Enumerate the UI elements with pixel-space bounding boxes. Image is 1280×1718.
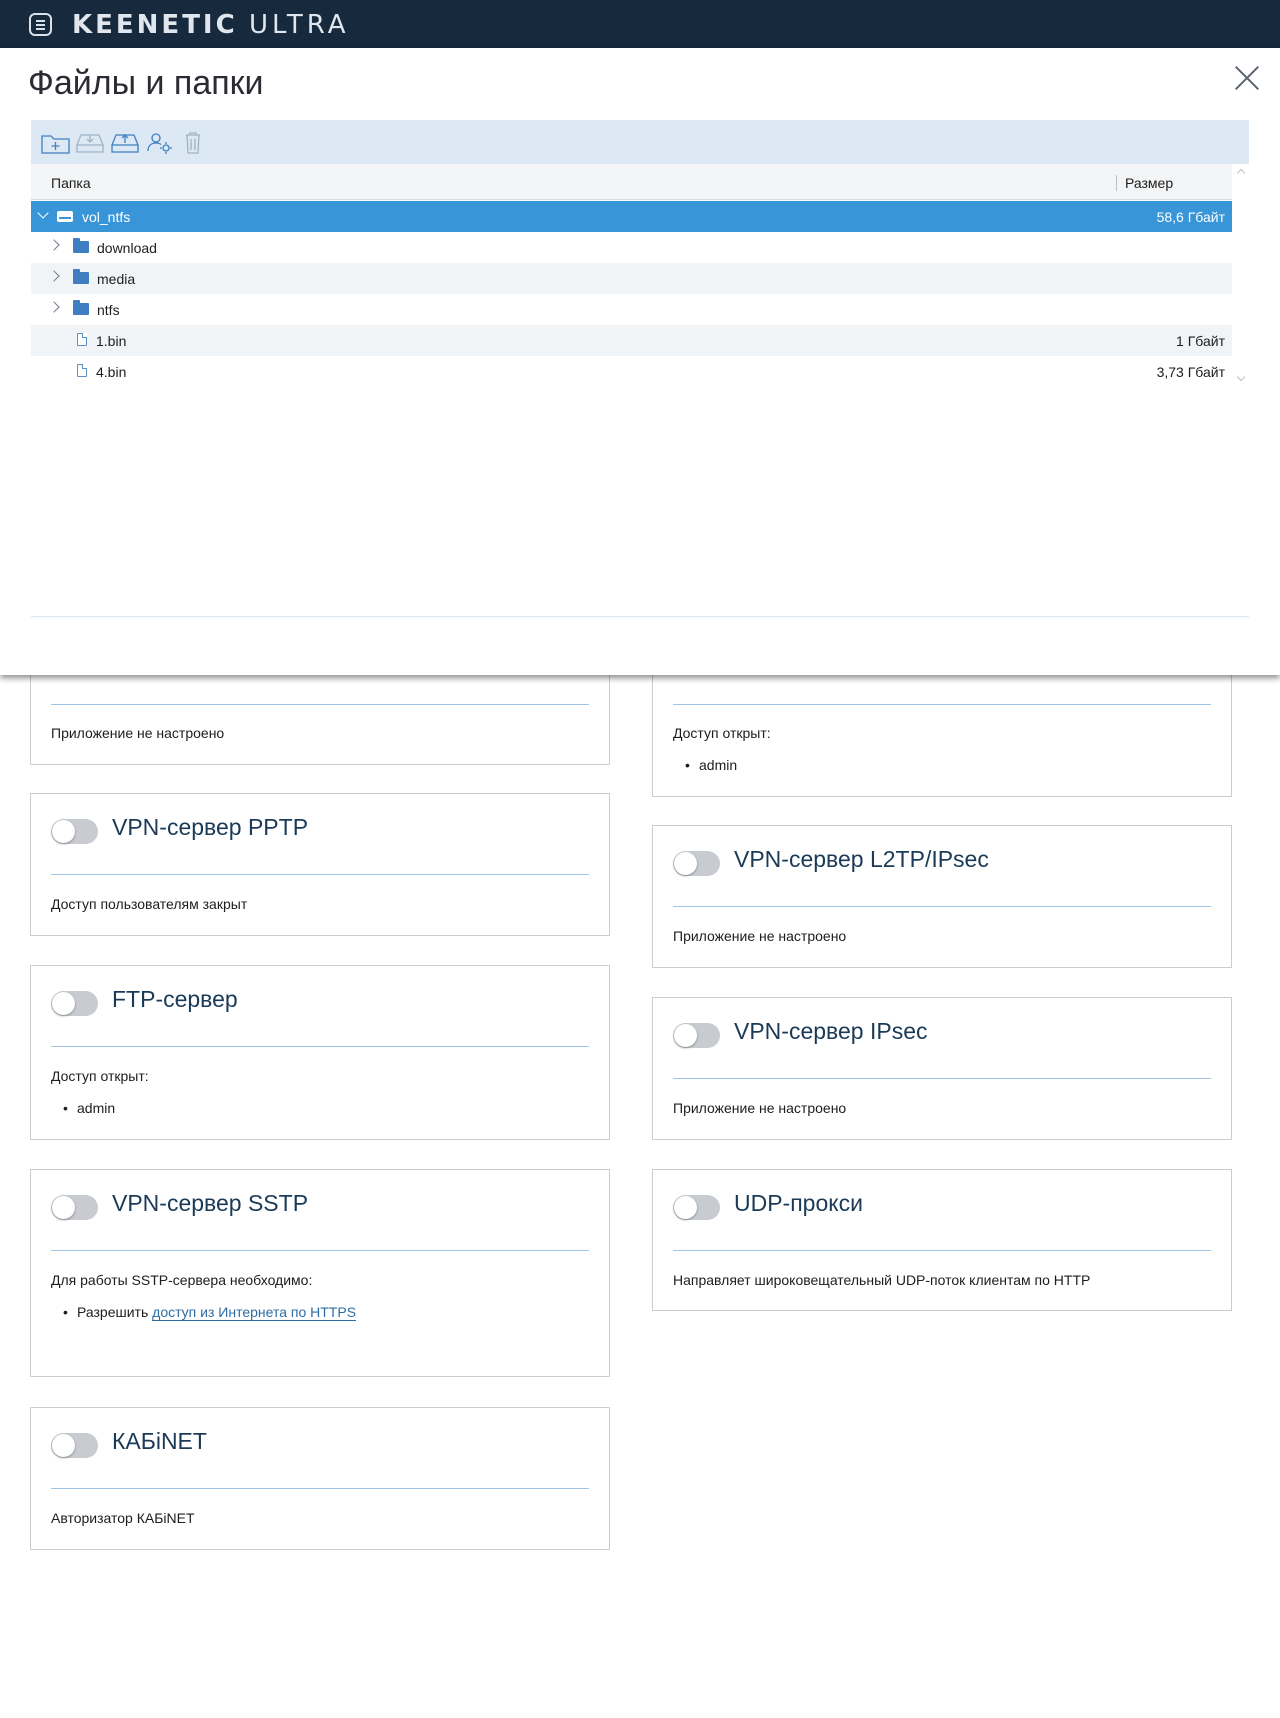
udp-proxy-toggle[interactable] (673, 1195, 720, 1220)
brand-logo: KEENETIC ULTRA (72, 10, 350, 40)
row-name: download (97, 240, 157, 256)
card-desc: Приложение не настроено (673, 928, 847, 944)
row-name: vol_ntfs (82, 209, 131, 225)
delete-icon[interactable] (177, 129, 209, 157)
https-access-link[interactable]: доступ из Интернета по HTTPS (152, 1304, 357, 1321)
card-desc: Доступ пользователям закрыт (51, 896, 248, 912)
row-name: 4.bin (96, 364, 127, 380)
card-desc: Для работы SSTP-сервера необходимо: (51, 1272, 313, 1288)
requirement-item: Разрешить доступ из Интернета по HTTPS (63, 1304, 357, 1321)
pptp-toggle[interactable] (51, 819, 98, 844)
tree-row-4-bin[interactable]: 4.bin 3,73 Гбайт (31, 356, 1232, 387)
card-title: VPN-сервер SSTP (112, 1190, 309, 1216)
card-desc: Доступ открыт: (51, 1068, 149, 1084)
card-title: VPN-сервер IPsec (734, 1018, 928, 1044)
card-desc: Авторизатор КАБiNET (51, 1510, 195, 1526)
card-desc: Приложение не настроено (673, 1100, 847, 1116)
drive-icon (57, 211, 73, 222)
app-card-l2tp: VPN-сервер L2TP/IPsec Приложение не наст… (652, 825, 1232, 968)
card-title: FTP-сервер (112, 986, 238, 1012)
row-size: 1 Гбайт (1176, 333, 1225, 349)
folder-icon (73, 300, 89, 315)
row-size: 3,73 Гбайт (1156, 364, 1225, 380)
chevron-right-icon[interactable] (48, 239, 60, 251)
chevron-down-icon[interactable] (37, 207, 49, 219)
top-bar: KEENETIC ULTRA (0, 0, 1280, 48)
tree-row-download[interactable]: download (31, 232, 1232, 263)
l2tp-toggle[interactable] (673, 851, 720, 876)
scroll-down-icon[interactable] (1236, 372, 1246, 382)
app-card-ftp: FTP-сервер Доступ открыт: admin (30, 965, 610, 1140)
column-folder[interactable]: Папка (51, 175, 91, 191)
file-icon (77, 333, 87, 346)
upload-icon[interactable] (109, 129, 141, 157)
download-icon[interactable] (74, 129, 106, 157)
close-icon[interactable] (1233, 64, 1261, 92)
app-card-udp-proxy: UDP-прокси Направляет широковещательный … (652, 1169, 1232, 1311)
app-card-pptp: VPN-сервер PPTP Доступ пользователям зак… (30, 793, 610, 936)
user-item: admin (63, 1100, 115, 1116)
card-desc: Приложение не настроено (51, 725, 225, 741)
requirement-prefix: Разрешить (77, 1304, 149, 1320)
permissions-icon[interactable] (144, 129, 176, 157)
file-tree: Папка Размер vol_ntfs 58,6 Гбайт downloa… (31, 164, 1249, 386)
tree-row-1-bin[interactable]: 1.bin 1 Гбайт (31, 325, 1232, 356)
tree-row-ntfs[interactable]: ntfs (31, 294, 1232, 325)
row-size: 58,6 Гбайт (1156, 209, 1225, 225)
row-name: 1.bin (96, 333, 127, 349)
files-modal: Файлы и папки Папка Размер vol_ntfs 58,6 (0, 48, 1280, 675)
modal-title: Файлы и папки (28, 64, 264, 102)
ipsec-toggle[interactable] (673, 1023, 720, 1048)
app-card-kabinet: КАБiNET Авторизатор КАБiNET (30, 1407, 610, 1550)
file-tree-header: Папка Размер (31, 164, 1232, 200)
brand-model: ULTRA (248, 10, 350, 40)
tree-row-vol-ntfs[interactable]: vol_ntfs 58,6 Гбайт (31, 201, 1232, 232)
file-toolbar (31, 120, 1249, 164)
folder-icon (73, 269, 89, 284)
card-title: UDP-прокси (734, 1190, 863, 1216)
row-name: ntfs (97, 302, 120, 318)
new-folder-icon[interactable] (40, 129, 72, 157)
tree-row-media[interactable]: media (31, 263, 1232, 294)
card-title: КАБiNET (112, 1428, 207, 1454)
row-name: media (97, 271, 136, 287)
card-desc: Доступ открыт: (673, 725, 771, 741)
scroll-up-icon[interactable] (1236, 168, 1246, 178)
card-desc: Направляет широковещательный UDP-поток к… (673, 1272, 1091, 1288)
app-card-sstp: VPN-сервер SSTP Для работы SSTP-сервера … (30, 1169, 610, 1377)
sstp-toggle[interactable] (51, 1195, 98, 1220)
tree-scrollbar[interactable] (1234, 164, 1249, 386)
menu-icon[interactable] (29, 13, 52, 36)
folder-icon (73, 238, 89, 253)
app-card-ipsec: VPN-сервер IPsec Приложение не настроено (652, 997, 1232, 1140)
card-title: VPN-сервер PPTP (112, 814, 309, 840)
chevron-right-icon[interactable] (48, 270, 60, 282)
column-size[interactable]: Размер (1125, 175, 1173, 191)
brand-name: KEENETIC (72, 10, 238, 40)
card-title: VPN-сервер L2TP/IPsec (734, 846, 989, 872)
kabinet-toggle[interactable] (51, 1433, 98, 1458)
chevron-right-icon[interactable] (48, 301, 60, 313)
modal-divider (31, 616, 1249, 617)
user-item: admin (685, 757, 737, 773)
file-icon (77, 364, 87, 377)
ftp-toggle[interactable] (51, 991, 98, 1016)
